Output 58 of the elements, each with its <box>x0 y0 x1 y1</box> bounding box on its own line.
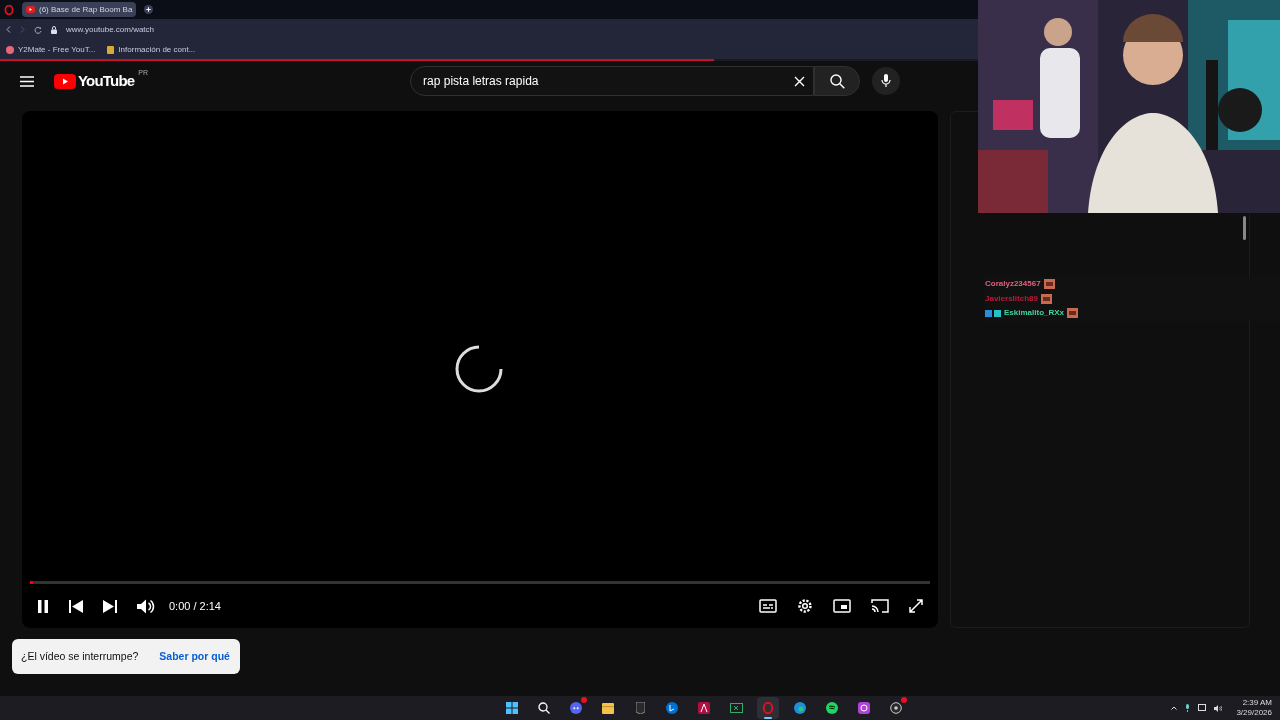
site-icon <box>6 45 14 54</box>
cast-icon[interactable] <box>871 599 889 613</box>
browser-tab[interactable]: (6) Base de Rap Boom Ba <box>22 2 137 17</box>
close-icon[interactable] <box>794 75 806 87</box>
next-icon[interactable] <box>103 599 117 613</box>
search-field[interactable]: rap pista letras rapida <box>410 66 815 96</box>
search-icon <box>538 702 550 714</box>
new-tab-icon[interactable] <box>144 5 154 14</box>
miniplayer-icon[interactable] <box>833 599 851 613</box>
tab-title: (6) Base de Rap Boom Ba <box>39 3 133 16</box>
browser-logo-icon <box>762 702 774 714</box>
design-app-icon <box>698 702 710 714</box>
microphone-icon[interactable] <box>1185 704 1191 712</box>
chat-app-icon <box>570 702 582 714</box>
reload-icon[interactable] <box>34 25 42 34</box>
emote-icon <box>1067 308 1079 319</box>
chat-username: Coralyz234567 <box>985 278 1041 291</box>
taskbar-app[interactable] <box>757 697 779 719</box>
start-icon <box>506 702 518 714</box>
recording-app-icon <box>890 702 902 714</box>
pause-icon[interactable] <box>37 599 49 613</box>
network-icon[interactable] <box>1198 704 1207 712</box>
spreadsheet-icon <box>729 703 743 713</box>
music-app-icon <box>826 702 838 714</box>
fullscreen-icon[interactable] <box>909 599 923 613</box>
volume-icon[interactable] <box>137 598 155 614</box>
subtitles-icon[interactable] <box>759 599 777 613</box>
emote-icon <box>1040 293 1052 304</box>
media-app-icon <box>858 702 870 714</box>
browser-logo-icon <box>4 4 14 15</box>
microphone-icon <box>881 74 892 88</box>
lock-icon <box>51 25 57 34</box>
toast-message: ¿El vídeo se interrumpe? <box>21 648 139 664</box>
time-display: 0:00 / 2:14 <box>169 598 221 614</box>
folder-icon <box>107 45 115 54</box>
scrollbar-thumb[interactable] <box>1243 216 1246 240</box>
folder-icon <box>602 702 614 714</box>
back-icon[interactable] <box>6 26 11 33</box>
previous-icon[interactable] <box>69 599 83 613</box>
active-indicator <box>764 717 772 719</box>
search-input[interactable]: rap pista letras rapida <box>423 72 795 90</box>
search-button[interactable] <box>814 66 861 96</box>
chat-username: Javierslitch89 <box>985 292 1038 305</box>
address-field[interactable]: www.youtube.com/watch <box>66 23 155 36</box>
emote-icon <box>1043 279 1055 290</box>
voice-search-button[interactable] <box>872 67 901 95</box>
why-link[interactable]: Saber por qué <box>159 648 230 665</box>
speaker-icon[interactable] <box>1214 704 1223 712</box>
settings-icon[interactable] <box>797 598 813 614</box>
browser-icon <box>794 702 806 714</box>
chat-username: Eskimalito_RXx <box>1004 307 1065 320</box>
chevron-up-icon[interactable] <box>1171 706 1178 710</box>
search-icon <box>829 73 845 89</box>
menu-icon[interactable] <box>20 75 34 87</box>
video-play-icon <box>26 6 35 13</box>
clock-date[interactable]: 3/29/2026 <box>1236 708 1272 718</box>
clock-time[interactable]: 2:39 AM <box>1242 698 1272 708</box>
video-player[interactable]: 0:00 / 2:14 <box>22 111 938 628</box>
